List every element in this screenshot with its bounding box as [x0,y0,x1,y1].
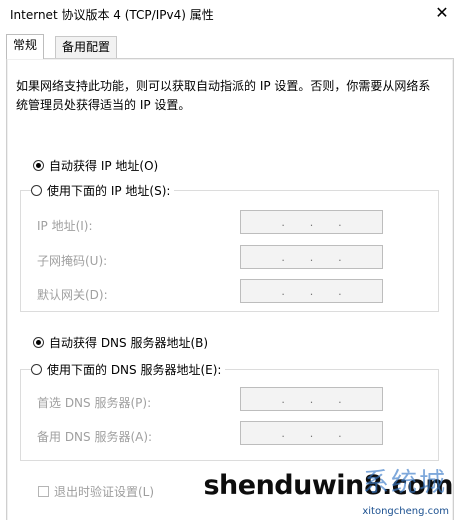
watermark-cn: 系统城 [362,468,447,498]
ip-address-label: IP 地址(I): [37,219,93,233]
ip-auto-option[interactable]: 自动获得 IP 地址(O) [33,157,158,174]
ip-auto-label: 自动获得 IP 地址(O) [49,159,159,173]
watermark: 系统城 shenduwin8.com xitongcheng.com [203,468,453,517]
subnet-mask-label: 子网掩码(U): [37,254,108,268]
dns-auto-label: 自动获得 DNS 服务器地址(B) [49,336,209,350]
ip-manual-label: 使用下面的 IP 地址(S): [47,184,171,198]
window-title: Internet 协议版本 4 (TCP/IPv4) 属性 [10,8,214,22]
dns-manual-label: 使用下面的 DNS 服务器地址(E): [47,363,222,377]
default-gateway-label: 默认网关(D): [37,288,108,302]
tab-strip: 常规 备用配置 [6,34,453,59]
watermark-sub: xitongcheng.com [362,506,449,517]
ip-address-input[interactable]: ... [240,210,383,234]
dns-manual-radio[interactable] [31,364,42,375]
dns-manual-option[interactable]: 使用下面的 DNS 服务器地址(E): [31,361,226,378]
ip-manual-radio[interactable] [31,185,42,196]
validate-settings-option[interactable]: 退出时验证设置(L) [38,483,154,500]
close-icon: ✕ [435,2,449,22]
close-button[interactable]: ✕ [425,0,459,24]
dns-auto-radio[interactable] [33,337,44,348]
dns-groupbox [20,369,439,461]
description-text: 如果网络支持此功能，则可以获取自动指派的 IP 设置。否则，你需要从网络系统管理… [16,79,431,112]
dns-auto-option[interactable]: 自动获得 DNS 服务器地址(B) [33,334,208,351]
default-gateway-input[interactable]: ... [240,279,383,303]
preferred-dns-input[interactable]: ... [240,387,383,411]
alternate-dns-label: 备用 DNS 服务器(A): [37,430,153,444]
validate-settings-checkbox[interactable] [38,486,49,497]
ip-auto-radio[interactable] [33,160,44,171]
tab-general[interactable]: 常规 [6,34,45,59]
tab-alternate-config[interactable]: 备用配置 [55,36,118,58]
preferred-dns-label: 首选 DNS 服务器(P): [37,396,152,410]
title-bar: Internet 协议版本 4 (TCP/IPv4) 属性 ✕ [0,0,459,28]
validate-settings-label: 退出时验证设置(L) [54,485,155,499]
ip-manual-option[interactable]: 使用下面的 IP 地址(S): [31,182,175,199]
subnet-mask-input[interactable]: ... [240,245,383,269]
alternate-dns-input[interactable]: ... [240,421,383,445]
